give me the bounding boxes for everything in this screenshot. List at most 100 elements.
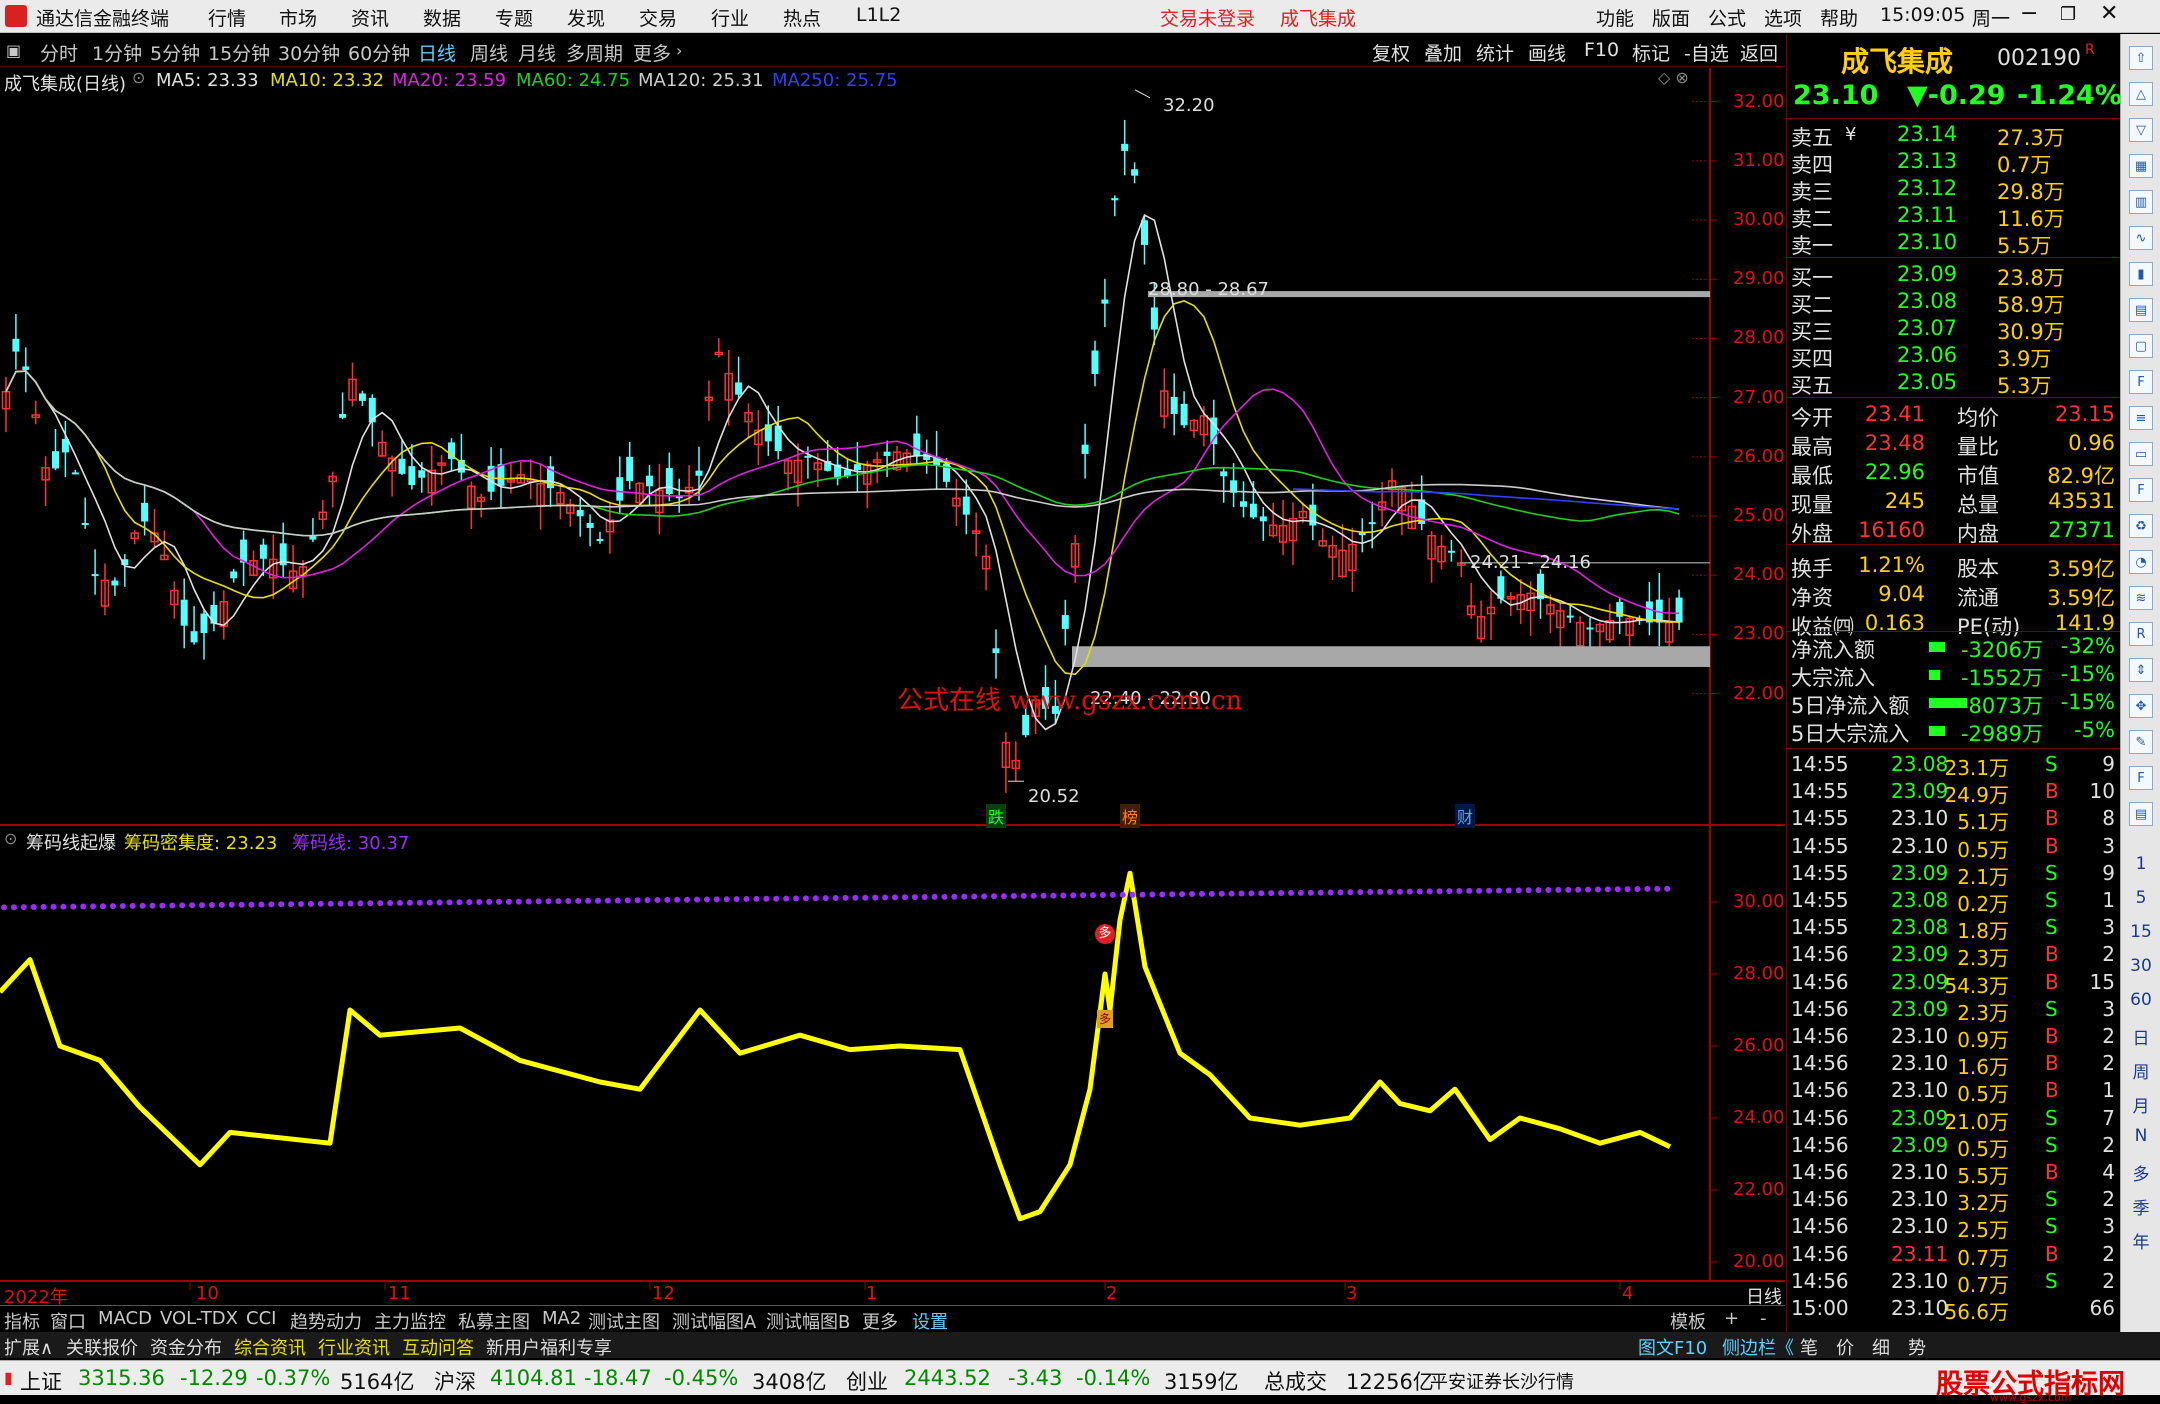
doc2-icon[interactable]: ▤ bbox=[2129, 802, 2153, 826]
bid-level[interactable]: 买二 23.08 58.9万 bbox=[1787, 289, 2121, 317]
link-new-user-offer[interactable]: 新用户福利专享 bbox=[486, 1334, 612, 1360]
F2-icon[interactable]: F bbox=[2129, 478, 2153, 502]
more-chevron-icon[interactable]: › bbox=[676, 41, 682, 60]
sidebar-period-5[interactable]: 60 bbox=[2121, 990, 2160, 1010]
up-down-icon[interactable]: ⇕ bbox=[2129, 658, 2153, 682]
tool-mark-button[interactable]: 标记 bbox=[1632, 39, 1670, 66]
cross-arrows-icon[interactable]: ✥ bbox=[2129, 694, 2153, 718]
list-icon[interactable]: ≡ bbox=[2129, 406, 2153, 430]
tool-back-button[interactable]: 返回 bbox=[1740, 39, 1778, 66]
marker-finance[interactable]: 财 bbox=[1455, 804, 1476, 828]
main-chart-menu-icon[interactable]: ⊙ bbox=[132, 68, 145, 87]
RSI-icon[interactable]: R bbox=[2129, 622, 2153, 646]
tab-period-more[interactable]: 更多 bbox=[633, 39, 671, 66]
sidebar-period-8[interactable]: 月 bbox=[2121, 1092, 2160, 1117]
kline-chart[interactable] bbox=[0, 68, 1785, 1303]
tab-period-intraday[interactable]: 分时 bbox=[40, 39, 78, 66]
menu-item-l1l2[interactable]: L1L2 bbox=[856, 4, 901, 26]
stock-name-tab[interactable]: 成飞集成 bbox=[1280, 4, 1356, 31]
menu-item-options[interactable]: 选项 bbox=[1764, 4, 1802, 31]
tab-detail[interactable]: 细 bbox=[1872, 1334, 1890, 1360]
candle-wave-icon[interactable]: ≋ bbox=[2129, 586, 2153, 610]
menu-item-discover[interactable]: 发现 bbox=[567, 4, 605, 31]
recycle-icon[interactable]: ♻ bbox=[2129, 514, 2153, 538]
F5-icon[interactable]: F bbox=[2129, 766, 2153, 790]
tool-draw-button[interactable]: 画线 bbox=[1528, 39, 1566, 66]
sidebar-period-3[interactable]: 15 bbox=[2121, 922, 2160, 942]
tab-period-daily[interactable]: 日线 bbox=[418, 39, 456, 66]
page-icon[interactable]: ▢ bbox=[2129, 334, 2153, 358]
tool-adjust-button[interactable]: 复权 bbox=[1372, 39, 1410, 66]
sidebar-period-6[interactable]: 日 bbox=[2121, 1024, 2160, 1049]
tab-price[interactable]: 价 bbox=[1836, 1334, 1854, 1360]
template-button[interactable]: 模板 bbox=[1670, 1308, 1706, 1334]
tab-period-30min[interactable]: 30分钟 bbox=[278, 39, 340, 66]
bid-level[interactable]: 买一 23.09 23.8万 bbox=[1787, 262, 2121, 290]
menu-item-layout[interactable]: 版面 bbox=[1652, 4, 1690, 31]
tab-ma2[interactable]: MA2 bbox=[542, 1308, 581, 1329]
F10-icon[interactable]: F bbox=[2129, 370, 2153, 394]
tab-period-60min[interactable]: 60分钟 bbox=[348, 39, 410, 66]
doc-icon[interactable]: ▤ bbox=[2129, 298, 2153, 322]
sidebar-period-10[interactable]: 多 bbox=[2121, 1160, 2160, 1185]
link-qa[interactable]: 互动问答 bbox=[402, 1334, 474, 1360]
marker-limit-down[interactable]: 跌 bbox=[986, 804, 1007, 828]
panel-toggle-icon[interactable]: ▣ bbox=[6, 41, 21, 60]
tab-trades[interactable]: 笔 bbox=[1800, 1334, 1818, 1360]
tab-window[interactable]: 窗口 bbox=[50, 1308, 86, 1334]
tab-period-5min[interactable]: 5分钟 bbox=[150, 39, 200, 66]
tab-private-main[interactable]: 私募主图 bbox=[458, 1308, 530, 1334]
tab-cci[interactable]: CCI bbox=[246, 1308, 276, 1329]
tab-indicator[interactable]: 指标 bbox=[4, 1308, 40, 1334]
menu-item-function[interactable]: 功能 bbox=[1596, 4, 1634, 31]
ask-level[interactable]: 卖二 23.11 11.6万 bbox=[1787, 203, 2121, 231]
sidebar-period-2[interactable]: 5 bbox=[2121, 888, 2160, 908]
minimize-icon[interactable]: − bbox=[2020, 1, 2038, 26]
bid-level[interactable]: 买四 23.06 3.9万 bbox=[1787, 343, 2121, 371]
tool-f10-button[interactable]: F10 bbox=[1584, 39, 1619, 61]
signal-long-badge[interactable]: 多 bbox=[1095, 924, 1115, 944]
menu-item-market[interactable]: 市场 bbox=[279, 4, 317, 31]
bid-level[interactable]: 买三 23.07 30.9万 bbox=[1787, 316, 2121, 344]
tab-main-force[interactable]: 主力监控 bbox=[374, 1308, 446, 1334]
tab-test-sub-a[interactable]: 测试幅图A bbox=[672, 1308, 756, 1334]
bid-level[interactable]: 买五 23.05 5.3万 bbox=[1787, 370, 2121, 398]
link-related-quote[interactable]: 关联报价 bbox=[66, 1334, 138, 1360]
arrow-up-outline-icon[interactable]: △ bbox=[2129, 82, 2153, 106]
menu-item-data[interactable]: 数据 bbox=[423, 4, 461, 31]
page2-icon[interactable]: ▭ bbox=[2129, 442, 2153, 466]
sidebar-period-7[interactable]: 周 bbox=[2121, 1058, 2160, 1083]
arrow-down-outline-icon[interactable]: ▽ bbox=[2129, 118, 2153, 142]
tab-test-sub-b[interactable]: 测试幅图B bbox=[766, 1308, 850, 1334]
indicator-menu-icon[interactable]: ⊙ bbox=[4, 829, 17, 848]
tab-settings[interactable]: 设置 bbox=[912, 1308, 948, 1334]
tab-more[interactable]: 更多 bbox=[862, 1308, 898, 1334]
tab-period-weekly[interactable]: 周线 bbox=[470, 39, 508, 66]
menu-item-topic[interactable]: 专题 bbox=[495, 4, 533, 31]
tab-period-monthly[interactable]: 月线 bbox=[518, 39, 556, 66]
tab-trend[interactable]: 势 bbox=[1908, 1334, 1926, 1360]
tab-test-main[interactable]: 测试主图 bbox=[588, 1308, 660, 1334]
line-chart-icon[interactable]: ∿ bbox=[2129, 226, 2153, 250]
remove-pane-button[interactable]: - bbox=[1760, 1308, 1767, 1329]
grid-icon[interactable]: ▦ bbox=[2129, 154, 2153, 178]
sidebar-period-9[interactable]: N bbox=[2121, 1126, 2160, 1146]
tool-stats-button[interactable]: 统计 bbox=[1476, 39, 1514, 66]
chart-expand-icon[interactable]: ◇ ⊗ bbox=[1658, 68, 1689, 87]
tab-period-15min[interactable]: 15分钟 bbox=[208, 39, 270, 66]
link-comprehensive-news[interactable]: 综合资讯 bbox=[234, 1334, 306, 1360]
tab-vol-tdx[interactable]: VOL-TDX bbox=[160, 1308, 238, 1329]
gauge-icon[interactable]: ◔ bbox=[2129, 550, 2153, 574]
index-sh-name[interactable]: 上证 bbox=[20, 1366, 62, 1396]
trade-login-status[interactable]: 交易未登录 bbox=[1160, 4, 1255, 31]
candles-icon[interactable]: ▮ bbox=[2129, 262, 2153, 286]
menu-item-industry[interactable]: 行业 bbox=[711, 4, 749, 31]
menu-item-help[interactable]: 帮助 bbox=[1820, 4, 1858, 31]
link-f10[interactable]: 图文F10 bbox=[1638, 1334, 1707, 1360]
menu-item-quote[interactable]: 行情 bbox=[208, 4, 246, 31]
sidebar-period-11[interactable]: 季 bbox=[2121, 1194, 2160, 1219]
add-pane-button[interactable]: + bbox=[1724, 1308, 1739, 1329]
marker-ranking[interactable]: 榜 bbox=[1120, 804, 1141, 828]
link-industry-news[interactable]: 行业资讯 bbox=[318, 1334, 390, 1360]
ask-level[interactable]: 卖一 23.10 5.5万 bbox=[1787, 230, 2121, 258]
